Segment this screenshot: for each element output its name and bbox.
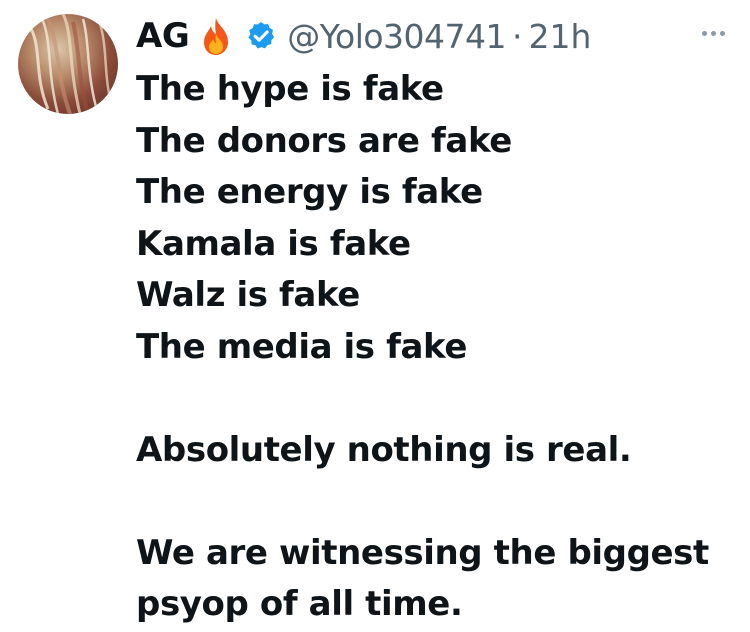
tweet-line: Walz is fake — [136, 275, 360, 315]
tweet-line: psyop of all time. — [136, 584, 463, 624]
avatar[interactable] — [18, 14, 118, 114]
tweet-line: The donors are fake — [136, 120, 512, 161]
tweet-line: The energy is fake — [136, 172, 483, 212]
tweet-text: The hype is fake The donors are fake The… — [136, 64, 736, 631]
fire-icon — [201, 16, 231, 56]
verified-icon[interactable] — [245, 20, 277, 52]
tweet-line: Absolutely nothing is real. — [136, 429, 632, 470]
tweet-line: The media is fake — [136, 326, 467, 367]
separator-dot: · — [512, 16, 523, 56]
handle[interactable]: @Yolo304741 — [287, 17, 506, 56]
tweet-line: Kamala is fake — [136, 223, 411, 264]
display-name[interactable]: AG — [136, 16, 190, 56]
tweet-line: We are witnessing the biggest — [136, 532, 709, 573]
more-options-button[interactable] — [690, 16, 736, 50]
tweet-line: The hype is fake — [136, 69, 444, 109]
timestamp[interactable]: 21h — [529, 17, 592, 56]
more-horizontal-icon — [701, 30, 707, 36]
avatar-image — [26, 14, 115, 114]
tweet[interactable]: AG @Yolo304741 · 21h The hype is fake Th… — [0, 0, 750, 632]
tweet-header: AG @Yolo304741 · 21h — [136, 8, 591, 64]
